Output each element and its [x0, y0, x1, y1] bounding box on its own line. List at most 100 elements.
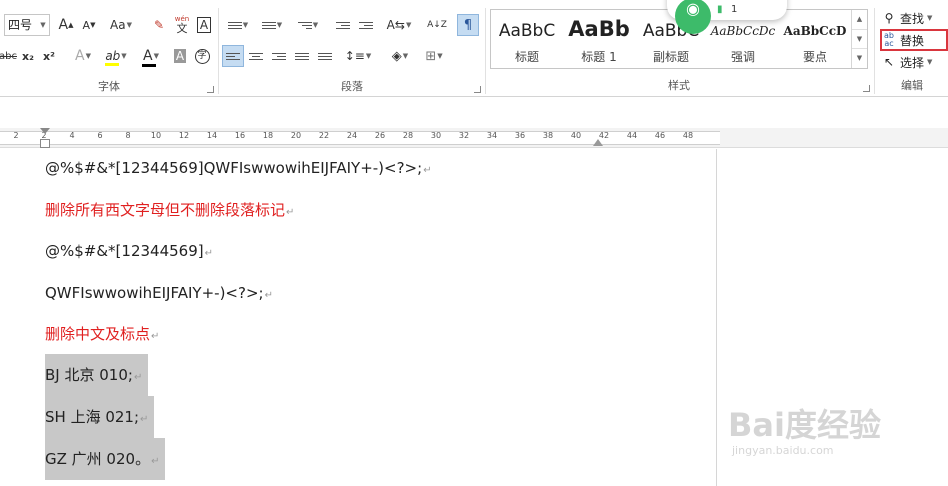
char-shading-button[interactable]: A — [169, 45, 191, 67]
horizontal-ruler[interactable]: 2 2 4 6 8 10 12 14 16 18 20 22 24 26 28 30 32 34 36 38 40 42 4… — [0, 128, 948, 148]
shading-button[interactable]: ◈ ▼ — [385, 45, 415, 67]
document-page[interactable]: @%$#&*[12344569] QWFIswwowihEIJFAIY+-)<?>… — [0, 149, 716, 486]
text-effects-button[interactable]: A ▼ — [68, 45, 98, 67]
subscript-button[interactable]: x₂ — [17, 45, 39, 67]
style-sample: AaBbCcD — [783, 24, 847, 38]
decrease-indent-button[interactable] — [332, 14, 354, 36]
superscript-label: x² — [43, 49, 55, 63]
ruler-tick-label: 20 — [290, 131, 302, 140]
first-line-indent-marker[interactable] — [40, 128, 50, 134]
char-shading-icon: A — [173, 49, 187, 63]
distributed-button[interactable] — [314, 45, 336, 67]
align-center-icon — [249, 52, 263, 60]
doc-line[interactable]: 删除中文及标点↵ — [45, 319, 159, 349]
find-button[interactable]: ⚲ 查找 ▼ — [881, 8, 933, 28]
distributed-icon — [318, 52, 332, 60]
font-color-bar — [142, 64, 157, 67]
font-color-button[interactable]: A ▼ — [136, 45, 166, 67]
styles-dialog-launcher-icon[interactable] — [863, 85, 870, 92]
bullets-button[interactable]: ▼ — [223, 14, 253, 36]
ruler-tick-label: 32 — [458, 131, 470, 140]
doc-line-text: QWFIswwowihEIJFAIY+-)<?>; — [45, 284, 264, 302]
increase-indent-button[interactable] — [355, 14, 377, 36]
justify-button[interactable] — [291, 45, 313, 67]
left-indent-marker[interactable] — [40, 139, 50, 148]
pilcrow-icon: ¶ — [463, 17, 473, 33]
grow-font-button[interactable]: A ▲ — [55, 14, 77, 36]
chevron-down-icon[interactable]: ▼ — [37, 15, 49, 35]
style-name: 要点 — [802, 50, 827, 64]
enclose-char-button[interactable]: 字 — [191, 45, 213, 67]
phonetic-guide-button[interactable]: wén 文 — [171, 13, 193, 35]
doc-line-text: 删除中文及标点 — [45, 325, 151, 343]
doc-line[interactable]: 删除所有西文字母但不删除段落标记↵ — [45, 195, 294, 225]
doc-line[interactable]: @%$#&*[12344569]QWFIswwowihEIJFAIY+-)<?>… — [45, 153, 432, 183]
style-strong[interactable]: AaBbCcD 要点 — [779, 11, 851, 67]
select-button[interactable]: ↖ 选择 ▼ — [881, 52, 932, 72]
watermark-url: jingyan.baidu.com — [732, 444, 834, 457]
replace-icon: ab ac — [884, 31, 894, 48]
line-spacing-button[interactable]: ↕≡ ▼ — [343, 45, 373, 67]
paint-bucket-icon: ◈ — [391, 48, 402, 64]
styles-group-label: 样式 — [668, 79, 690, 92]
ruler-tick-label: 36 — [514, 131, 526, 140]
multilevel-list-button[interactable]: ▼ — [291, 14, 325, 36]
bullets-icon — [227, 21, 242, 29]
style-heading-1[interactable]: AaBb 标题 1 — [563, 11, 635, 67]
borders-button[interactable]: ⊞ ▼ — [419, 45, 449, 67]
ribbon: 四号 ▼ A ▲ A ▼ Aa ▼ ✎ wén 文 A abc x₂ x² A … — [0, 0, 948, 97]
doc-line-selected[interactable]: GZ 广州 020。↵ — [45, 438, 166, 480]
font-dialog-launcher-icon[interactable] — [207, 86, 214, 93]
style-name: 标题 — [514, 50, 539, 64]
baidu-watermark: Bai度经验 jingyan.baidu.com — [728, 400, 928, 470]
font-color-icon: A — [142, 48, 157, 67]
ruler-tick-label: 40 — [570, 131, 582, 140]
doc-line[interactable]: QWFIswwowihEIJFAIY+-)<?>;↵ — [45, 278, 273, 308]
gallery-down-icon[interactable]: ▼ — [852, 29, 867, 48]
network-notification[interactable]: ◉ ▮ 1 — [667, 0, 787, 34]
font-size-select[interactable]: 四号 ▼ — [4, 14, 50, 36]
doc-line[interactable]: @%$#&*[12344569]↵ — [45, 236, 213, 266]
sort-button[interactable]: A↓Z — [426, 14, 448, 36]
style-title[interactable]: AaBbC 标题 — [491, 11, 563, 67]
highlight-button[interactable]: ab ▼ — [100, 45, 132, 67]
ruler-tick-label: 16 — [234, 131, 246, 140]
change-case-button[interactable]: Aa ▼ — [104, 14, 138, 36]
right-indent-marker[interactable] — [593, 139, 603, 146]
binoculars-icon: ⚲ — [884, 11, 894, 25]
char-border-button[interactable]: A — [193, 14, 215, 36]
ruler-track — [0, 131, 720, 145]
text-effects-icon: A — [75, 48, 85, 64]
cursor-icon: ↖ — [883, 55, 895, 69]
paragraph-mark: ↵ — [204, 248, 214, 259]
gallery-more-icon[interactable]: ▼ — [852, 48, 867, 67]
subscript-label: x₂ — [22, 49, 34, 63]
ruler-tick-label: 30 — [430, 131, 442, 140]
style-name: 强调 — [730, 50, 755, 64]
align-center-button[interactable] — [245, 45, 267, 67]
highlight-color-bar — [105, 63, 120, 66]
shrink-font-button[interactable]: A ▼ — [78, 14, 100, 36]
ruler-tick-label: 2 — [13, 131, 19, 140]
strikethrough-button[interactable]: abc — [0, 45, 17, 67]
font-size-value: 四号 — [8, 18, 33, 32]
watermark-brand: Bai度经验 — [728, 406, 881, 444]
clear-formatting-button[interactable]: ✎ — [148, 14, 170, 36]
gallery-up-icon[interactable]: ▲ — [852, 10, 867, 29]
paragraph-dialog-launcher-icon[interactable] — [474, 86, 481, 93]
doc-line-selected[interactable]: SH 上海 021;↵ — [45, 396, 155, 438]
chinese-layout-button[interactable]: A⇆ ▼ — [383, 14, 415, 36]
paragraph-mark: ↵ — [140, 414, 149, 425]
style-name: 副标题 — [652, 50, 689, 64]
align-right-button[interactable] — [268, 45, 290, 67]
doc-line-selected[interactable]: BJ 北京 010;↵ — [45, 354, 149, 396]
doc-line-text: BJ 北京 010; — [45, 366, 133, 384]
numbering-button[interactable]: ▼ — [257, 14, 287, 36]
ruler-tick-label: 34 — [486, 131, 498, 140]
align-left-button[interactable] — [222, 45, 244, 67]
replace-button[interactable]: ab ac 替换 — [881, 30, 924, 50]
align-right-icon — [272, 52, 286, 60]
show-marks-button[interactable]: ¶ — [457, 14, 479, 36]
superscript-button[interactable]: x² — [38, 45, 60, 67]
increase-indent-icon — [359, 21, 373, 29]
